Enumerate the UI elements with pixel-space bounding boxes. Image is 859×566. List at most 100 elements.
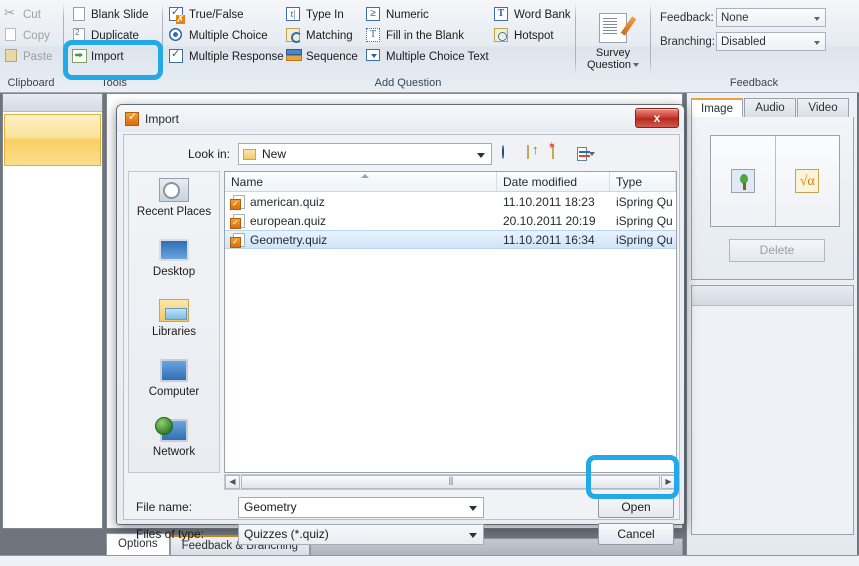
open-button[interactable]: Open — [598, 496, 674, 518]
cancel-button[interactable]: Cancel — [598, 523, 674, 545]
multiple-choice-text-label: Multiple Choice Text — [386, 50, 489, 63]
type-in-label: Type In — [306, 8, 344, 21]
file-name-input[interactable]: Geometry — [238, 496, 484, 518]
type-in-button[interactable]: t| Type In — [283, 4, 361, 25]
tab-video[interactable]: Video — [797, 98, 849, 118]
up-one-level-button[interactable] — [527, 145, 545, 162]
feedback-label: Feedback: — [660, 11, 714, 24]
sequence-label: Sequence — [306, 50, 358, 63]
true-false-button[interactable]: True/False — [166, 4, 287, 25]
group-separator — [650, 3, 651, 75]
paste-button[interactable]: Paste — [0, 46, 62, 67]
place-desktop[interactable]: Desktop — [129, 232, 219, 292]
feedback-group-label: Feedback — [729, 77, 779, 89]
place-label: Desktop — [152, 266, 196, 278]
hotspot-button[interactable]: Hotspot — [491, 25, 574, 46]
place-computer[interactable]: Computer — [129, 352, 219, 412]
back-button[interactable] — [502, 145, 520, 162]
horizontal-scrollbar[interactable]: ◀ ▶ — [224, 474, 677, 490]
scroll-left-button[interactable]: ◀ — [225, 475, 240, 489]
survey-question-icon — [599, 13, 627, 43]
file-list[interactable]: Name Date modified Type american.quiz 11… — [224, 171, 677, 473]
table-row[interactable]: european.quiz 20.10.2011 20:19 iSpring Q… — [225, 211, 676, 230]
scrollbar-thumb[interactable] — [241, 475, 660, 489]
multiple-choice-button[interactable]: Multiple Choice — [166, 25, 287, 46]
file-name-cell: american.quiz — [225, 194, 497, 210]
survey-question-button[interactable]: Survey Question — [583, 6, 643, 82]
blank-slide-button[interactable]: Blank Slide — [68, 4, 160, 25]
ribbon-group-clipboard: Cut Copy Paste Clipboard — [0, 2, 62, 90]
radio-button-icon — [169, 27, 182, 41]
slide-list-pane[interactable] — [2, 93, 103, 529]
table-row[interactable]: Geometry.quiz 11.10.2011 16:34 iSpring Q… — [225, 230, 676, 249]
new-folder-button[interactable] — [552, 145, 570, 162]
multiple-response-button[interactable]: Multiple Response — [166, 46, 287, 67]
add-question-group-label: Add Question — [374, 77, 442, 89]
sequence-button[interactable]: Sequence — [283, 46, 361, 67]
multiple-response-label: Multiple Response — [189, 50, 284, 63]
tab-audio[interactable]: Audio — [744, 98, 796, 118]
media-tabs: Image Audio Video — [687, 98, 858, 118]
files-of-type-label: Files of type: — [136, 527, 205, 541]
libraries-icon — [159, 298, 189, 322]
computer-icon — [160, 358, 188, 382]
quiz-app-icon — [125, 110, 139, 126]
column-header-type[interactable]: Type — [610, 172, 676, 191]
paste-label: Paste — [23, 50, 53, 63]
cut-button[interactable]: Cut — [0, 4, 62, 25]
clipboard-group-label: Clipboard — [7, 77, 55, 89]
import-button[interactable]: Import — [68, 46, 160, 67]
place-network[interactable]: Network — [129, 412, 219, 472]
close-icon[interactable]: x — [635, 108, 679, 128]
feedback-dropdown[interactable]: None — [716, 8, 826, 27]
fill-in-the-blank-button[interactable]: T Fill in the Blank — [363, 25, 492, 46]
word-bank-button[interactable]: T Word Bank — [491, 4, 574, 25]
tab-image[interactable]: Image — [691, 98, 743, 118]
copy-button[interactable]: Copy — [0, 25, 62, 46]
blank-slide-label: Blank Slide — [91, 8, 149, 21]
matching-button[interactable]: Matching — [283, 25, 361, 46]
views-button[interactable] — [577, 146, 595, 162]
multiple-choice-text-button[interactable]: Multiple Choice Text — [363, 46, 492, 67]
folder-icon — [243, 148, 256, 160]
places-bar: Recent Places Desktop Libraries Computer… — [128, 171, 220, 473]
blank-slide-icon — [73, 6, 85, 21]
duplicate-label: Duplicate — [91, 29, 139, 42]
file-modified: 11.10.2011 16:34 — [503, 232, 595, 247]
media-slot-image[interactable] — [711, 136, 775, 226]
media-pane: Image Audio Video √α Delete — [686, 93, 857, 566]
column-header-name[interactable]: Name — [225, 172, 497, 191]
scroll-right-button[interactable]: ▶ — [661, 475, 676, 489]
branching-dropdown[interactable]: Disabled — [716, 32, 826, 51]
file-list-header: Name Date modified Type — [225, 172, 676, 192]
copy-label: Copy — [23, 29, 50, 42]
chevron-down-icon[interactable] — [469, 505, 477, 511]
sequence-icon — [286, 48, 302, 62]
duplicate-button[interactable]: Duplicate — [68, 25, 160, 46]
inner-separator — [575, 3, 576, 75]
ribbon-group-feedback: Feedback: None Branching: Disabled Feedb… — [654, 2, 854, 90]
media-slot-equation[interactable]: √α — [774, 136, 840, 226]
network-icon — [155, 416, 188, 442]
place-recent-places[interactable]: Recent Places — [129, 172, 219, 232]
quiz-file-icon — [230, 232, 245, 248]
import-dialog: Import x Look in: New R — [116, 104, 685, 545]
look-in-dropdown[interactable]: New — [238, 143, 492, 165]
numeric-button[interactable]: ≥ Numeric — [363, 4, 492, 25]
group-separator — [63, 3, 64, 75]
look-in-value: New — [262, 147, 287, 161]
files-of-type-dropdown[interactable]: Quizzes (*.quiz) — [238, 523, 484, 545]
hotspot-label: Hotspot — [514, 29, 554, 42]
true-false-icon — [169, 5, 185, 24]
word-bank-label: Word Bank — [514, 8, 571, 21]
place-label: Computer — [148, 386, 200, 398]
delete-button[interactable]: Delete — [729, 239, 825, 262]
place-libraries[interactable]: Libraries — [129, 292, 219, 352]
chevron-down-icon[interactable] — [633, 63, 640, 68]
ribbon-toolbar: Cut Copy Paste Clipboard Blank Slide Dup… — [0, 0, 859, 93]
table-row[interactable]: american.quiz 11.10.2011 18:23 iSpring Q… — [225, 192, 676, 211]
dialog-title-bar[interactable]: Import — [117, 105, 684, 132]
chevron-down-icon[interactable] — [469, 532, 477, 538]
column-header-date-modified[interactable]: Date modified — [497, 172, 610, 191]
slide-list-item-selected[interactable] — [4, 114, 101, 166]
